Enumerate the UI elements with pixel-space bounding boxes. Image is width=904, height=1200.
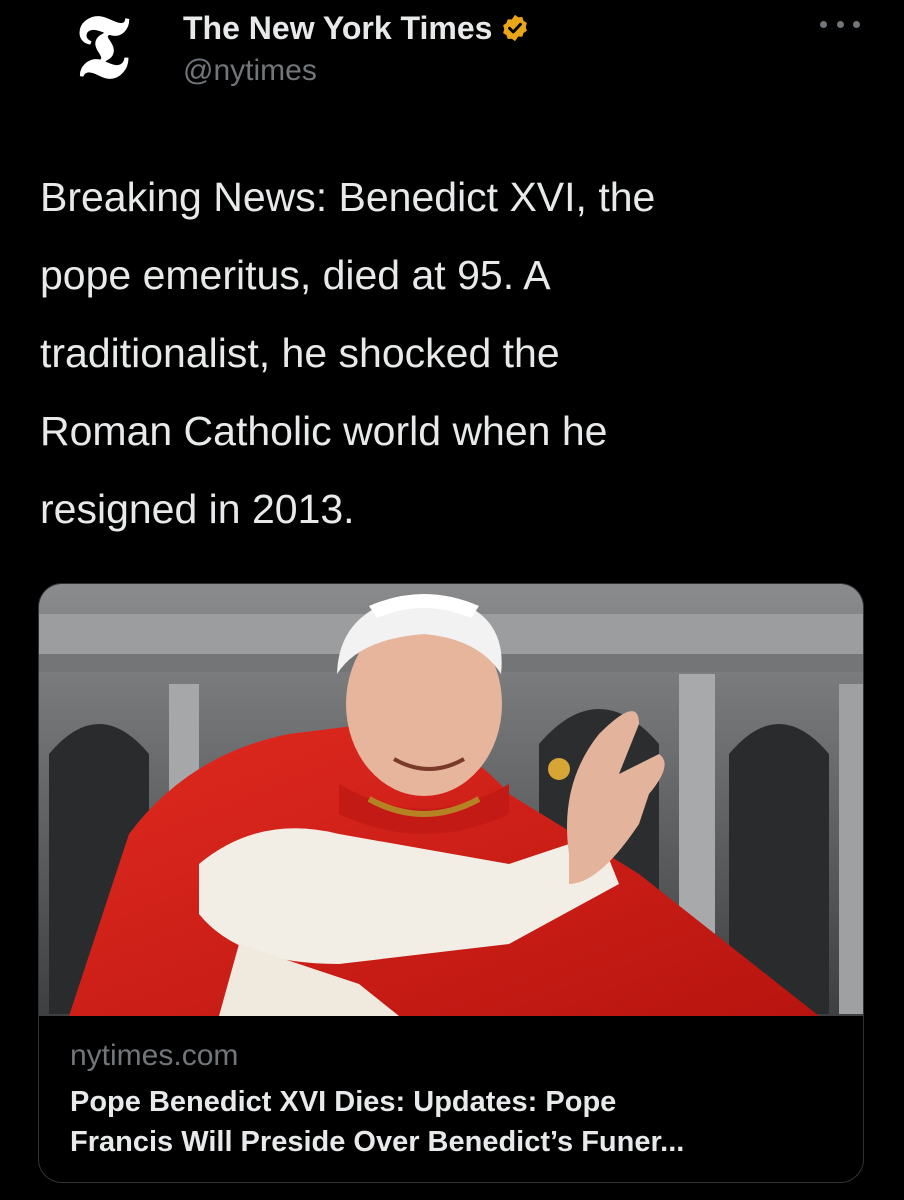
author-handle[interactable]: @nytimes <box>183 54 530 88</box>
author-display-name[interactable]: The New York Times <box>183 10 492 47</box>
author-name-row: The New York Times <box>183 6 530 50</box>
nytimes-avatar[interactable]: 𝕿 <box>52 0 152 98</box>
tweet-text-line: Roman Catholic world when he <box>40 408 608 454</box>
tweet-text: Breaking News: Benedict XVI, the pope em… <box>40 158 870 548</box>
link-card-domain: nytimes.com <box>70 1039 239 1072</box>
tweet-author[interactable]: The New York Times @nytimes <box>183 6 530 88</box>
tweet[interactable]: 𝕿 The New York Times @nytimes Breaking N… <box>0 0 904 1200</box>
link-card-image[interactable] <box>39 584 863 1016</box>
link-card-meta: nytimes.com Pope Benedict XVI Dies: Upda… <box>70 1034 840 1162</box>
link-card[interactable]: nytimes.com Pope Benedict XVI Dies: Upda… <box>38 583 864 1183</box>
tweet-text-line: Breaking News: Benedict XVI, the <box>40 174 656 220</box>
tweet-text-line: resigned in 2013. <box>40 486 355 532</box>
more-options-icon[interactable] <box>820 14 860 34</box>
tweet-text-line: traditionalist, he shocked the <box>40 330 560 376</box>
link-card-title-line: Pope Benedict XVI Dies: Updates: Pope <box>70 1086 617 1118</box>
link-card-title-line: Francis Will Preside Over Benedict’s Fun… <box>70 1126 685 1158</box>
nyt-logo-icon: 𝕿 <box>74 0 130 98</box>
tweet-text-line: pope emeritus, died at 95. A <box>40 252 551 298</box>
verified-badge-icon <box>500 13 530 43</box>
link-card-title[interactable]: Pope Benedict XVI Dies: Updates: Pope Fr… <box>70 1082 840 1162</box>
